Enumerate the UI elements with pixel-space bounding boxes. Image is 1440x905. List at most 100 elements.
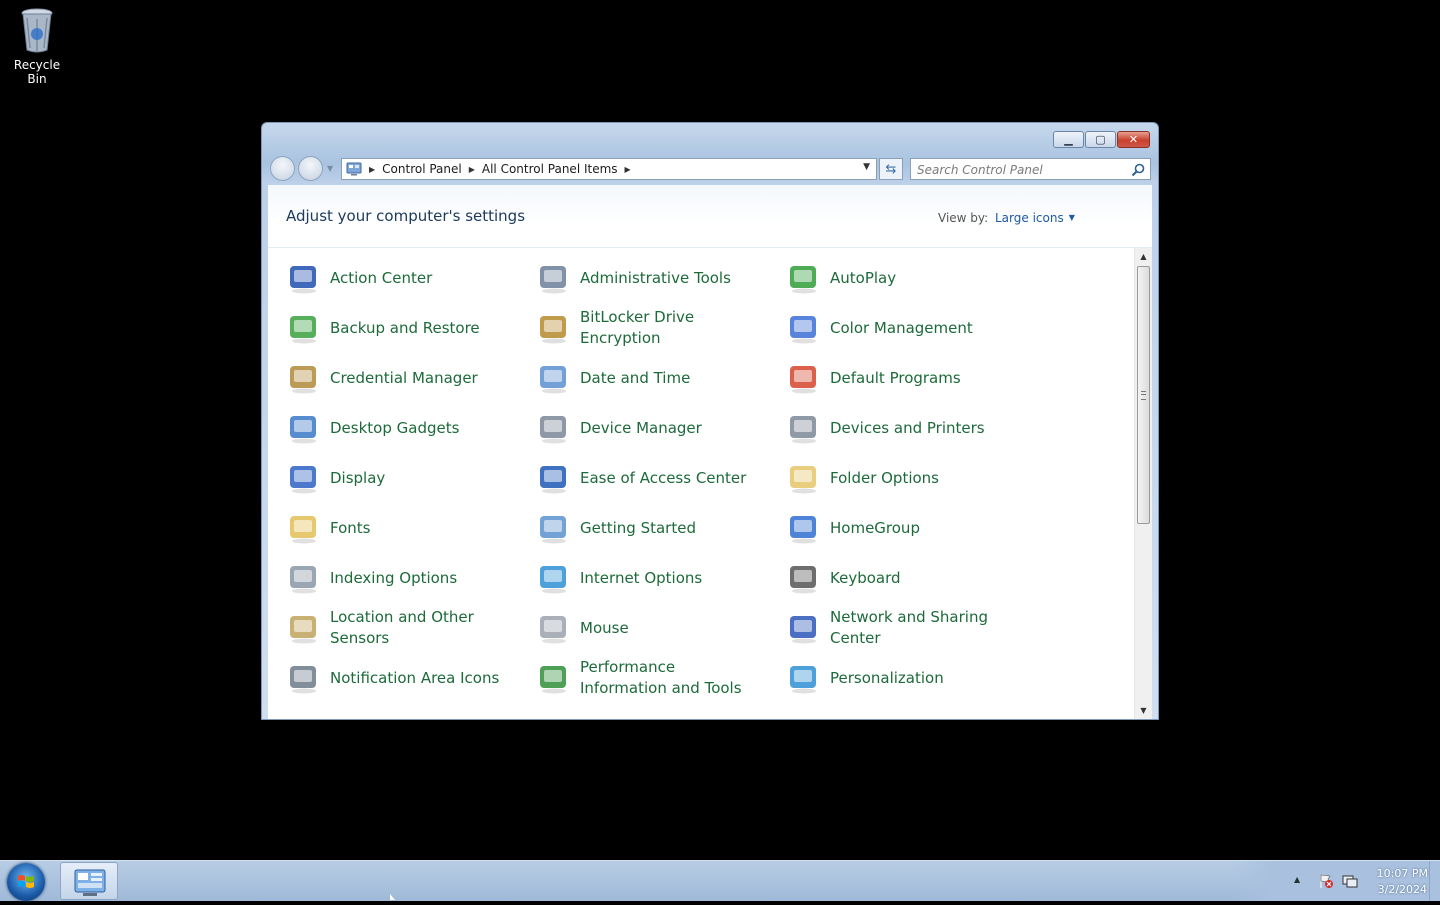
control-panel-item-label: Display — [330, 468, 386, 487]
content-header: Adjust your computer's settings View by:… — [268, 185, 1152, 248]
ease-of-access-icon — [536, 460, 572, 496]
view-by-dropdown[interactable]: Large icons ▼ — [995, 211, 1075, 225]
device-manager-icon — [536, 410, 572, 446]
back-button[interactable] — [270, 156, 295, 181]
homegroup-icon — [786, 510, 822, 546]
control-panel-item[interactable]: Keyboard — [786, 556, 1010, 600]
forward-button[interactable] — [298, 156, 323, 181]
control-panel-item[interactable]: BitLocker Drive Encryption — [536, 306, 760, 350]
start-button[interactable] — [7, 863, 45, 901]
control-panel-item[interactable]: Desktop Gadgets — [286, 406, 510, 450]
control-panel-item[interactable]: Credential Manager — [286, 356, 510, 400]
personalization-icon — [786, 660, 822, 696]
control-panel-item-label: Default Programs — [830, 368, 961, 387]
control-panel-item-label: Notification Area Icons — [330, 668, 500, 687]
key-icon — [536, 310, 572, 346]
desktop-icon-label: Recycle Bin — [13, 58, 61, 86]
show-desktop-button[interactable] — [1429, 861, 1440, 901]
address-bar[interactable]: ▶ Control Panel ▶ All Control Panel Item… — [341, 158, 877, 180]
search-icon[interactable] — [1131, 162, 1145, 177]
caption-buttons: ▁ ▢ ✕ — [1053, 131, 1150, 148]
control-panel-window: ▁ ▢ ✕ ▼ ▶ Control Panel ▶ All Control Pa… — [261, 122, 1159, 720]
breadcrumb-all-items[interactable]: All Control Panel Items — [482, 162, 618, 176]
control-panel-item[interactable]: Ease of Access Center — [536, 456, 760, 500]
control-panel-item[interactable]: Default Programs — [786, 356, 1010, 400]
control-panel-item-label: Ease of Access Center — [580, 468, 747, 487]
control-panel-item[interactable]: Fonts — [286, 506, 510, 550]
control-panel-item-label: Personalization — [830, 668, 944, 687]
scroll-down-arrow-icon[interactable]: ▼ — [1135, 702, 1152, 719]
control-panel-item[interactable]: Color Management — [786, 306, 1010, 350]
backup-icon — [286, 310, 322, 346]
default-programs-icon — [786, 360, 822, 396]
desktop-icon-recycle-bin[interactable]: Recycle Bin — [4, 6, 70, 86]
clock-date: 3/2/2024 — [1377, 883, 1428, 896]
monitor-icon — [286, 460, 322, 496]
minimize-button[interactable]: ▁ — [1053, 131, 1084, 148]
control-panel-item[interactable]: AutoPlay — [786, 256, 1010, 300]
chevron-down-icon[interactable]: ▼ — [863, 162, 870, 172]
chevron-down-icon: ▼ — [1068, 213, 1075, 222]
breadcrumb-arrow-icon[interactable]: ▶ — [369, 165, 375, 174]
admin-tools-icon — [536, 260, 572, 296]
control-panel-icon — [74, 869, 106, 896]
control-panel-item[interactable]: Action Center — [286, 256, 510, 300]
control-panel-item[interactable]: Performance Information and Tools — [536, 656, 760, 700]
scrollbar-thumb[interactable] — [1137, 266, 1150, 524]
control-panel-item[interactable]: Date and Time — [536, 356, 760, 400]
control-panel-item-label: Action Center — [330, 268, 433, 287]
show-hidden-icons-icon[interactable]: ▲ — [1294, 875, 1300, 884]
control-panel-item[interactable]: Internet Options — [536, 556, 760, 600]
control-panel-item[interactable]: Notification Area Icons — [286, 656, 510, 700]
breadcrumb-control-panel[interactable]: Control Panel — [382, 162, 462, 176]
action-center-flag-icon[interactable] — [1318, 873, 1334, 889]
control-panel-item[interactable]: Indexing Options — [286, 556, 510, 600]
control-panel-item-label: Desktop Gadgets — [330, 418, 460, 437]
refresh-button[interactable]: ⇆ — [879, 158, 903, 180]
calendar-clock-icon — [536, 360, 572, 396]
control-panel-item-label: Device Manager — [580, 418, 702, 437]
control-panel-item[interactable]: Personalization — [786, 656, 1010, 700]
breadcrumb-arrow-icon[interactable]: ▶ — [469, 165, 475, 174]
clock[interactable]: 10:07 PM 3/2/2024 — [1377, 866, 1428, 898]
vertical-scrollbar[interactable]: ▲ ▼ — [1134, 248, 1152, 719]
control-panel-item-label: Backup and Restore — [330, 318, 480, 337]
control-panel-item-label: Fonts — [330, 518, 371, 537]
scroll-up-arrow-icon[interactable]: ▲ — [1135, 248, 1152, 265]
indexing-icon — [286, 560, 322, 596]
control-panel-item[interactable]: Device Manager — [536, 406, 760, 450]
control-panel-item[interactable]: Display — [286, 456, 510, 500]
control-panel-item[interactable]: Administrative Tools — [536, 256, 760, 300]
control-panel-item-label: Indexing Options — [330, 568, 458, 587]
gadgets-icon — [286, 410, 322, 446]
recent-pages-dropdown[interactable]: ▼ — [327, 164, 333, 173]
control-panel-item-label: AutoPlay — [830, 268, 897, 287]
control-panel-item-label: Network and Sharing Center — [830, 608, 988, 647]
refresh-icon: ⇆ — [885, 161, 897, 177]
control-panel-item[interactable]: HomeGroup — [786, 506, 1010, 550]
control-panel-item[interactable]: Network and Sharing Center — [786, 606, 1010, 650]
search-box — [910, 158, 1151, 180]
network-icon — [786, 610, 822, 646]
control-panel-item[interactable]: Devices and Printers — [786, 406, 1010, 450]
control-panel-item[interactable]: Location and Other Sensors — [286, 606, 510, 650]
sensors-icon — [286, 610, 322, 646]
notification-icon — [286, 660, 322, 696]
taskbar-control-panel-button[interactable] — [60, 862, 118, 900]
control-panel-item[interactable]: Folder Options — [786, 456, 1010, 500]
control-panel-item[interactable]: Backup and Restore — [286, 306, 510, 350]
search-input[interactable] — [917, 161, 1117, 179]
control-panel-item[interactable]: Getting Started — [536, 506, 760, 550]
close-button[interactable]: ✕ — [1117, 131, 1150, 148]
network-status-icon[interactable] — [1342, 873, 1358, 889]
flag-icon — [286, 260, 322, 296]
maximize-button[interactable]: ▢ — [1085, 131, 1116, 148]
mouse-icon — [536, 610, 572, 646]
folder-icon — [786, 460, 822, 496]
windows-logo-icon — [18, 875, 34, 888]
control-panel-item-label: Credential Manager — [330, 368, 478, 387]
control-panel-item[interactable]: Mouse — [536, 606, 760, 650]
control-panel-item-label: Administrative Tools — [580, 268, 731, 287]
breadcrumb-arrow-icon[interactable]: ▶ — [625, 165, 631, 174]
system-tray: ▲ 10:07 PM 3/2/2024 — [1230, 861, 1440, 901]
